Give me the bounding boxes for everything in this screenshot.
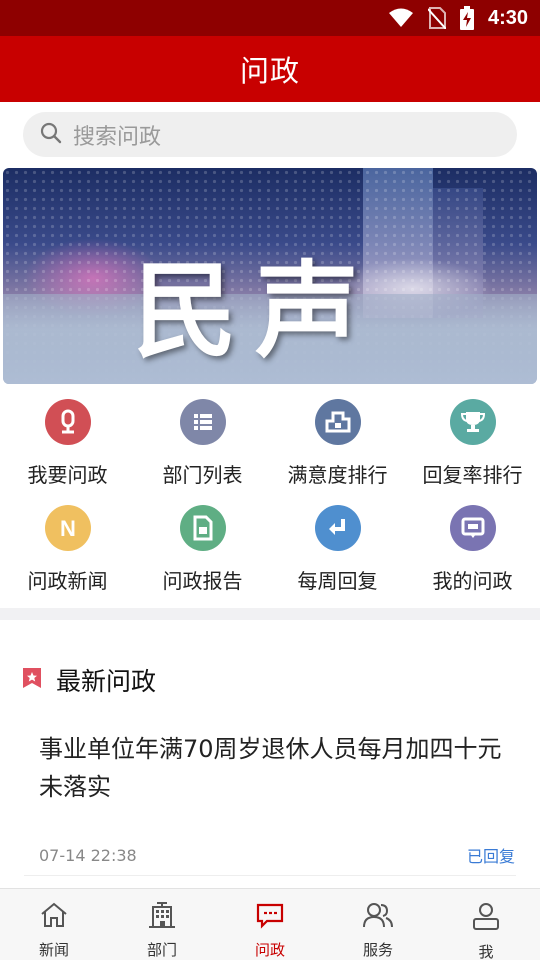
status-badge: 已回复 — [466, 847, 515, 866]
news-n-icon: N — [44, 505, 91, 551]
list-icon — [179, 399, 226, 445]
bottom-tab-bar: 新闻 部门 问政 服务 我 — [0, 888, 540, 960]
status-bar: 4:30 — [0, 0, 540, 36]
news-list-item[interactable]: 事业单位年满70周岁退休人员每月加四十元未落实 — [39, 730, 519, 806]
svg-text:N: N — [60, 516, 76, 540]
search-input[interactable]: 搜索问政 — [23, 112, 517, 157]
building-icon — [147, 901, 177, 933]
report-icon — [179, 505, 226, 551]
app-bar: 问政 — [0, 36, 540, 102]
bookmark-star-icon — [22, 667, 42, 693]
list-divider — [24, 875, 516, 876]
search-placeholder: 搜索问政 — [73, 124, 162, 150]
news-date: 07-14 22:38 — [39, 845, 137, 865]
tab-label: 新闻 — [38, 941, 69, 959]
microphone-icon — [44, 399, 91, 445]
banner-image[interactable]: 民声 — [3, 168, 537, 384]
no-sim-icon — [427, 7, 446, 29]
grid-item-label: 满意度排行 — [287, 463, 388, 487]
section-header: 最新问政 — [22, 660, 156, 700]
grid-item-label: 我的问政 — [432, 569, 513, 593]
tab-me[interactable]: 我 — [432, 889, 540, 960]
home-icon — [39, 901, 69, 933]
message-icon — [255, 901, 285, 933]
wifi-icon — [388, 8, 414, 28]
grid-item-satisfaction-rank[interactable]: 满意度排行 — [270, 394, 405, 500]
grid-item-my-questions[interactable]: 我的问政 — [405, 500, 540, 606]
people-icon — [362, 901, 394, 933]
grid-item-label: 部门列表 — [162, 463, 243, 487]
grid-item-label: 问政新闻 — [27, 569, 108, 593]
tab-wenzheng[interactable]: 问政 — [216, 889, 324, 960]
grid-item-label: 每周回复 — [297, 569, 378, 593]
tab-services[interactable]: 服务 — [324, 889, 432, 960]
tab-departments[interactable]: 部门 — [108, 889, 216, 960]
banner-text: 民声 — [133, 249, 378, 372]
tab-label: 我 — [478, 943, 494, 960]
chat-screen-icon — [449, 505, 496, 551]
reply-icon — [314, 505, 361, 551]
trophy-icon — [449, 399, 496, 445]
news-meta: 07-14 22:38 已回复 — [39, 843, 515, 867]
search-icon — [39, 121, 63, 149]
battery-charging-icon — [459, 6, 474, 30]
grid-item-label: 我要问政 — [27, 463, 108, 487]
tab-label: 服务 — [362, 941, 393, 959]
section-title: 最新问政 — [56, 667, 157, 696]
grid-item-news[interactable]: N 问政新闻 — [0, 500, 135, 606]
grid-item-departments[interactable]: 部门列表 — [135, 394, 270, 500]
grid-item-weekly-reply[interactable]: 每周回复 — [270, 500, 405, 606]
tab-label: 问政 — [254, 941, 285, 959]
section-divider — [0, 608, 540, 620]
ranking-icon — [314, 399, 361, 445]
grid-item-report[interactable]: 问政报告 — [135, 500, 270, 606]
page-title: 问政 — [239, 54, 300, 88]
clock: 4:30 — [487, 6, 528, 29]
grid-item-ask[interactable]: 我要问政 — [0, 394, 135, 500]
grid-item-label: 回复率排行 — [422, 463, 523, 487]
grid-item-label: 问政报告 — [162, 569, 243, 593]
tab-label: 部门 — [146, 941, 177, 959]
news-headline: 事业单位年满70周岁退休人员每月加四十元未落实 — [39, 735, 502, 801]
user-icon — [471, 901, 501, 935]
grid-item-reply-rank[interactable]: 回复率排行 — [405, 394, 540, 500]
function-grid: 我要问政 部门列表 满意度排行 回复率排行 N 问政新闻 问政报告 每周回复 我… — [0, 394, 540, 606]
tab-news[interactable]: 新闻 — [0, 889, 108, 960]
search-bar[interactable]: 搜索问政 — [23, 112, 517, 157]
